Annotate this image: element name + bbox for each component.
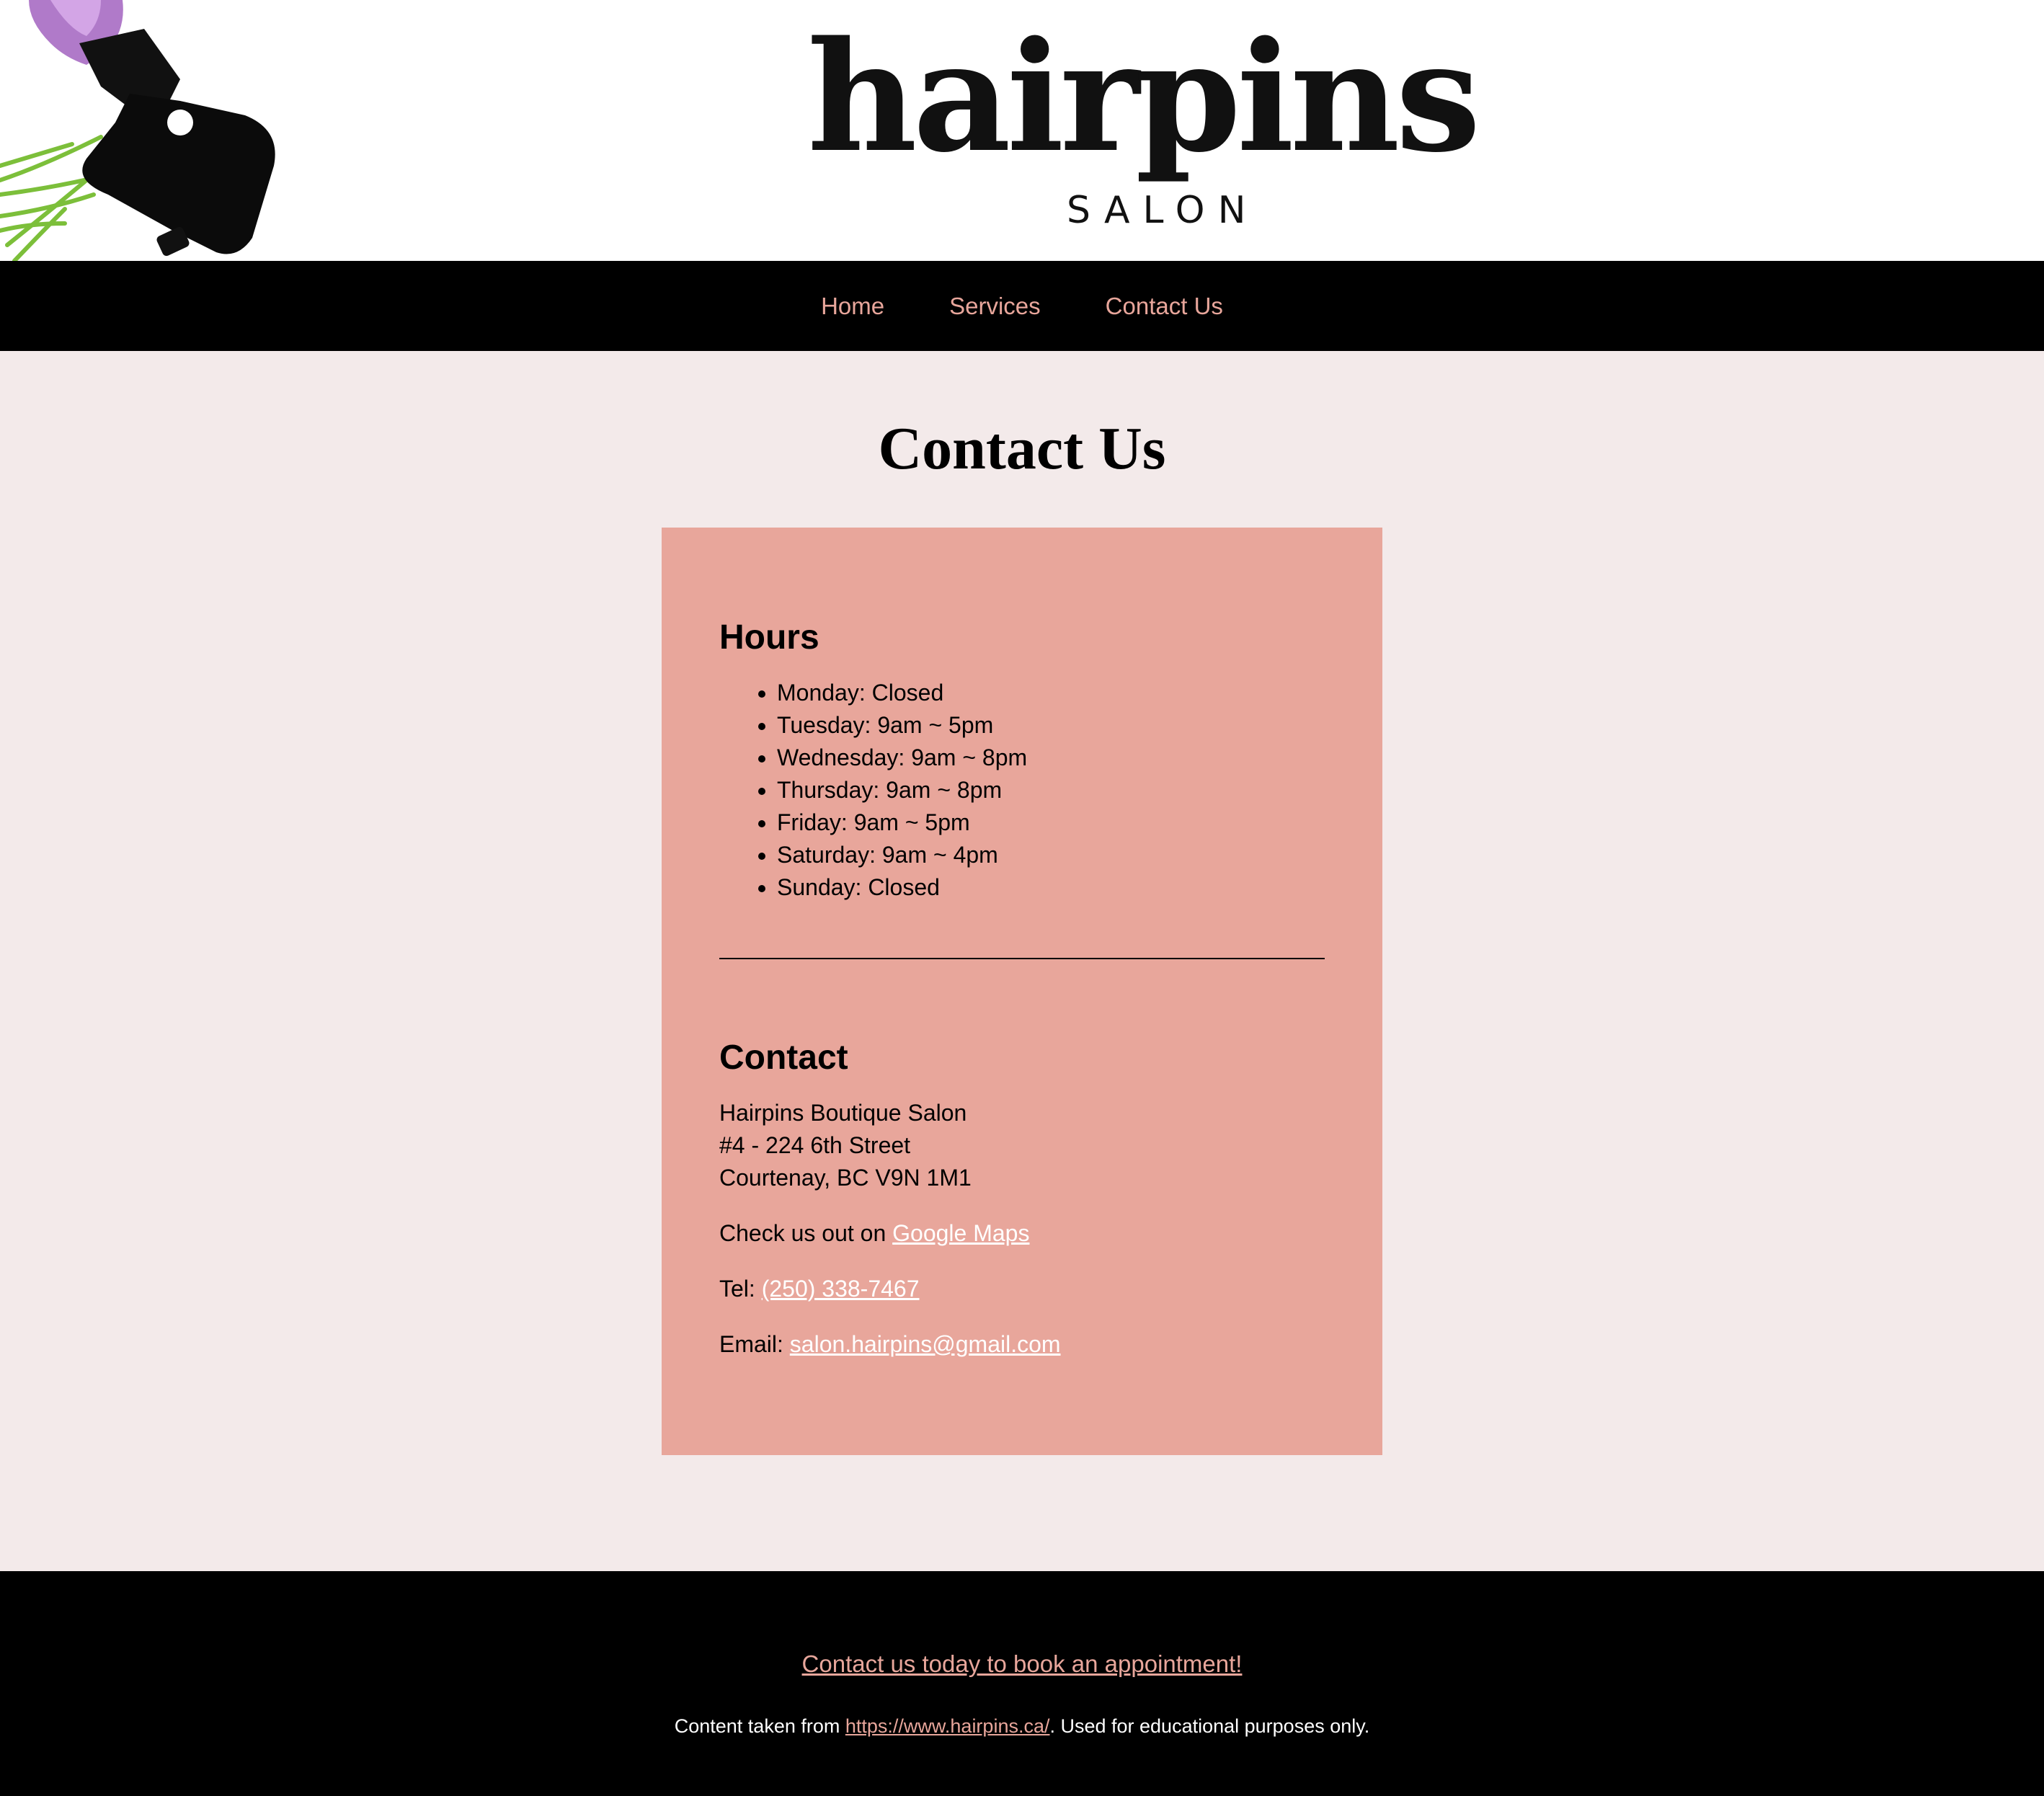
address-line: Courtenay, BC V9N 1M1 — [719, 1165, 972, 1191]
list-item: Saturday: 9am ~ 4pm — [777, 839, 1027, 871]
contact-heading: Contact — [719, 1039, 848, 1077]
info-card: Hours Monday: Closed Tuesday: 9am ~ 5pm … — [662, 528, 1382, 1455]
note-prefix: Content taken from — [674, 1715, 845, 1737]
list-item: Friday: 9am ~ 5pm — [777, 806, 1027, 839]
spray-bottle-icon — [0, 0, 275, 261]
maps-line: Check us out on Google Maps — [719, 1217, 1061, 1250]
source-link[interactable]: https://www.hairpins.ca/ — [845, 1715, 1050, 1737]
phone-link[interactable]: (250) 338-7467 — [762, 1276, 920, 1302]
address-line: #4 - 224 6th Street — [719, 1132, 911, 1158]
list-item: Sunday: Closed — [777, 871, 1027, 904]
logo-subtitle: SALON — [1067, 189, 1259, 232]
hours-list: Monday: Closed Tuesday: 9am ~ 5pm Wednes… — [719, 677, 1027, 904]
site-header: hairpins SALON — [0, 0, 2044, 261]
email-prefix: Email: — [719, 1331, 790, 1357]
main-nav: Home Services Contact Us — [0, 261, 2044, 351]
email-line: Email: salon.hairpins@gmail.com — [719, 1328, 1061, 1361]
nav-item-services[interactable]: Services — [949, 293, 1041, 320]
main-content: Contact Us Hours Monday: Closed Tuesday:… — [0, 351, 2044, 1571]
book-appointment-link[interactable]: Contact us today to book an appointment! — [802, 1650, 1243, 1677]
nav-item-home[interactable]: Home — [821, 293, 884, 320]
page-title: Contact Us — [878, 415, 1166, 482]
footer-cta: Contact us today to book an appointment! — [0, 1650, 2044, 1678]
list-item: Thursday: 9am ~ 8pm — [777, 774, 1027, 806]
maps-prefix: Check us out on — [719, 1220, 893, 1246]
email-link[interactable]: salon.hairpins@gmail.com — [790, 1331, 1061, 1357]
list-item: Tuesday: 9am ~ 5pm — [777, 709, 1027, 742]
footer-note: Content taken from https://www.hairpins.… — [0, 1715, 2044, 1738]
section-divider — [719, 958, 1325, 959]
tel-line: Tel: (250) 338-7467 — [719, 1273, 1061, 1305]
tel-prefix: Tel: — [719, 1276, 762, 1302]
list-item: Wednesday: 9am ~ 8pm — [777, 742, 1027, 774]
address-line: Hairpins Boutique Salon — [719, 1100, 967, 1126]
address: Hairpins Boutique Salon #4 - 224 6th Str… — [719, 1097, 1061, 1194]
hours-heading: Hours — [719, 618, 819, 657]
google-maps-link[interactable]: Google Maps — [892, 1220, 1029, 1246]
contact-details: Hairpins Boutique Salon #4 - 224 6th Str… — [719, 1097, 1061, 1384]
site-footer: Contact us today to book an appointment!… — [0, 1571, 2044, 1796]
nav-item-contact-us[interactable]: Contact Us — [1106, 293, 1223, 320]
note-suffix: . Used for educational purposes only. — [1049, 1715, 1370, 1737]
salon-logo[interactable]: hairpins SALON — [807, 0, 1481, 261]
logo-wordmark: hairpins — [807, 8, 1481, 186]
list-item: Monday: Closed — [777, 677, 1027, 709]
